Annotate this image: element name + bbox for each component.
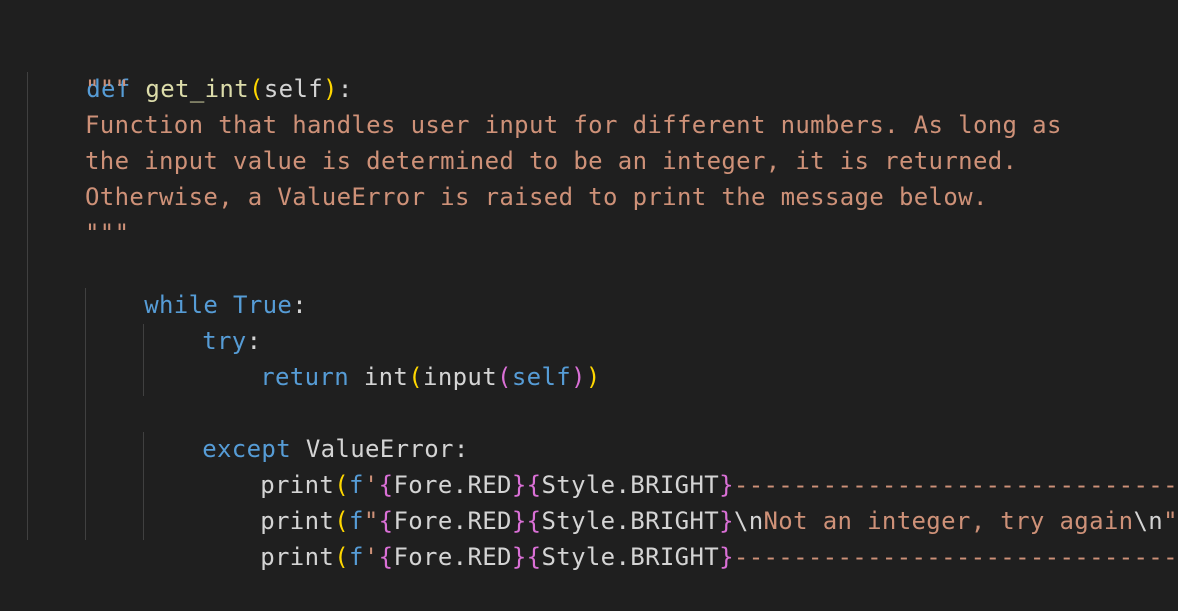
docstring-line-2[interactable]: the input value is determined to be an i… xyxy=(85,143,1017,179)
brace-open: { xyxy=(379,543,394,571)
self-arg: self xyxy=(512,363,571,391)
code-editor[interactable]: def get_int(self): """ Function that han… xyxy=(0,0,1178,566)
docstring-open-quotes[interactable]: """ xyxy=(85,71,129,107)
paren-1-close: ) xyxy=(586,363,601,391)
builtin-int: int xyxy=(364,363,408,391)
paren-1-open: ( xyxy=(408,363,423,391)
string-dashes: ------------------------------ xyxy=(734,543,1178,571)
code-line-return[interactable]: return int(input(self)) xyxy=(201,323,601,359)
colon: : xyxy=(292,291,307,319)
quote-open: ' xyxy=(364,543,379,571)
code-line-print-3[interactable]: print(f'{Fore.RED}{Style.BRIGHT}--------… xyxy=(201,503,1178,539)
code-line-print-2[interactable]: print(f"{Fore.RED}{Style.BRIGHT}\nNot an… xyxy=(201,467,1178,503)
open-paren: ( xyxy=(249,75,264,103)
code-line-while[interactable]: while True: xyxy=(85,251,307,287)
function-name: get_int xyxy=(145,75,249,103)
keyword-return: return xyxy=(260,363,349,391)
close-paren: ) xyxy=(323,75,338,103)
code-line-try[interactable]: try: xyxy=(143,287,261,323)
brace-close: } xyxy=(719,543,734,571)
docstring-line-3[interactable]: Otherwise, a ValueError is raised to pri… xyxy=(85,179,988,215)
builtin-print: print xyxy=(260,543,334,571)
paren-2-close: ) xyxy=(571,363,586,391)
param-self: self xyxy=(264,75,323,103)
code-line-except[interactable]: except ValueError: xyxy=(143,395,469,431)
docstring-close-quotes[interactable]: """ xyxy=(85,215,129,251)
code-line-print-1[interactable]: print(f'{Fore.RED}{Style.BRIGHT}--------… xyxy=(201,431,1178,467)
fstring-prefix: f xyxy=(349,543,364,571)
paren-open: ( xyxy=(334,543,349,571)
paren-2-open: ( xyxy=(497,363,512,391)
code-line-def[interactable]: def get_int(self): xyxy=(27,35,353,71)
expr-fore-red: Fore.RED xyxy=(393,543,511,571)
docstring-line-1[interactable]: Function that handles user input for dif… xyxy=(85,107,1062,143)
brace-open: { xyxy=(527,543,542,571)
colon: : xyxy=(338,75,353,103)
expr-style-bright: Style.BRIGHT xyxy=(541,543,719,571)
brace-close: } xyxy=(512,543,527,571)
builtin-input: input xyxy=(423,363,497,391)
